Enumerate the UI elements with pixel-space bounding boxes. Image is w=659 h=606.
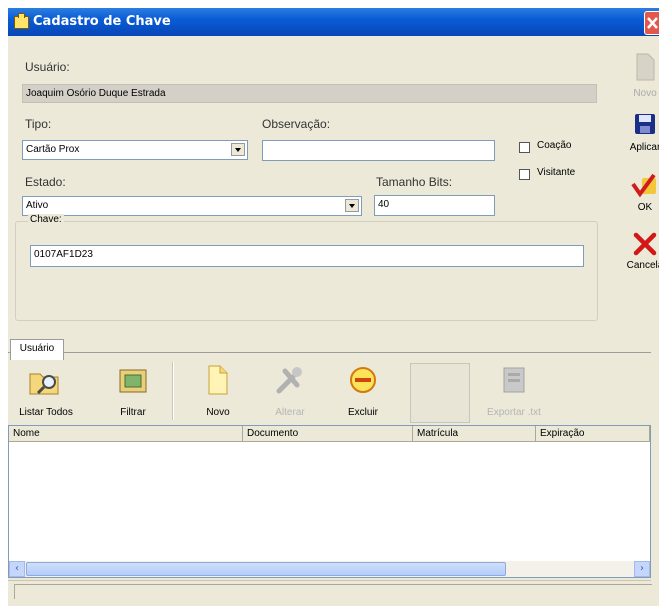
chevron-down-icon[interactable]: [345, 199, 359, 212]
coacao-checkbox[interactable]: [519, 142, 530, 153]
ok-button[interactable]: OK: [617, 172, 659, 220]
chave-label: Chave:: [28, 214, 64, 225]
novo-toolbar-label: Novo: [206, 407, 230, 418]
tamanho-bits-input[interactable]: 40: [374, 195, 495, 216]
usuario-field: Joaquim Osório Duque Estrada: [22, 84, 597, 103]
usuario-label: Usuário:: [25, 60, 70, 74]
column-header-matricula[interactable]: Matrícula: [413, 426, 536, 442]
excluir-button[interactable]: Excluir: [338, 360, 388, 422]
key-folder-icon: [14, 13, 29, 29]
tools-icon: [276, 367, 302, 394]
listar-todos-label: Listar Todos: [19, 407, 73, 418]
close-icon: [647, 17, 658, 29]
estado-value: Ativo: [26, 200, 49, 211]
close-button[interactable]: [644, 11, 659, 35]
visitante-checkbox[interactable]: [519, 169, 530, 180]
chevron-down-icon[interactable]: [231, 143, 245, 156]
exportar-label: Exportar .txt: [487, 407, 541, 418]
title-bar[interactable]: Cadastro de Chave: [8, 8, 659, 36]
ok-label: OK: [637, 202, 653, 213]
toolbar-separator: [172, 362, 174, 420]
cancel-x-icon: [633, 232, 657, 256]
coacao-label: Coação: [537, 140, 572, 151]
excluir-label: Excluir: [347, 407, 378, 418]
listar-todos-button[interactable]: Listar Todos: [18, 360, 74, 422]
cancelar-button[interactable]: Cancela: [617, 232, 659, 280]
new-document-icon: [208, 365, 228, 395]
alterar-label: Alterar: [275, 407, 305, 418]
empty-toolbar-slot: [410, 363, 470, 423]
save-disk-icon: [635, 114, 655, 134]
column-header-nome[interactable]: Nome: [9, 426, 243, 442]
window-title: Cadastro de Chave: [33, 14, 171, 29]
tab-strip: [8, 324, 651, 353]
aplicar-label: Aplicar: [629, 142, 659, 153]
column-header-expiracao[interactable]: Expiração: [536, 426, 650, 442]
tipo-select[interactable]: Cartão Prox: [22, 140, 248, 160]
tipo-label: Tipo:: [25, 117, 52, 131]
column-header-documento[interactable]: Documento: [243, 426, 413, 442]
estado-select[interactable]: Ativo: [22, 196, 362, 216]
scrollbar-thumb[interactable]: [26, 562, 506, 576]
aplicar-button[interactable]: Aplicar: [617, 112, 659, 160]
observacao-label: Observação:: [262, 117, 331, 131]
users-grid[interactable]: Nome Documento Matrícula Expiração ‹ ›: [8, 425, 651, 578]
status-pane: [14, 584, 652, 599]
novo-toolbar-button[interactable]: Novo: [196, 360, 240, 422]
novo-side-label: Novo: [633, 88, 657, 99]
exportar-button[interactable]: Exportar .txt: [476, 360, 552, 422]
alterar-button[interactable]: Alterar: [264, 360, 316, 422]
folder-search-icon: [29, 373, 59, 395]
cancelar-label: Cancela: [626, 260, 659, 271]
filter-icon: [119, 369, 147, 393]
minus-circle-icon: [350, 367, 376, 393]
chave-group: [15, 221, 598, 321]
novo-side-button[interactable]: Novo: [617, 52, 659, 100]
chave-input[interactable]: 0107AF1D23: [30, 245, 584, 267]
visitante-label: Visitante: [537, 167, 576, 178]
filtrar-label: Filtrar: [120, 407, 146, 418]
estado-label: Estado:: [25, 175, 66, 189]
export-icon: [503, 367, 525, 393]
scroll-right-icon[interactable]: ›: [634, 561, 650, 577]
tab-usuario[interactable]: Usuário: [10, 339, 64, 360]
checkmark-icon: [631, 173, 656, 198]
observacao-input[interactable]: [262, 140, 495, 161]
horizontal-scrollbar[interactable]: ‹ ›: [9, 561, 650, 577]
tipo-value: Cartão Prox: [26, 144, 80, 155]
new-document-icon: [636, 53, 655, 81]
tamanho-bits-label: Tamanho Bits:: [376, 175, 453, 189]
filtrar-button[interactable]: Filtrar: [108, 360, 158, 422]
scroll-left-icon[interactable]: ‹: [9, 561, 25, 577]
